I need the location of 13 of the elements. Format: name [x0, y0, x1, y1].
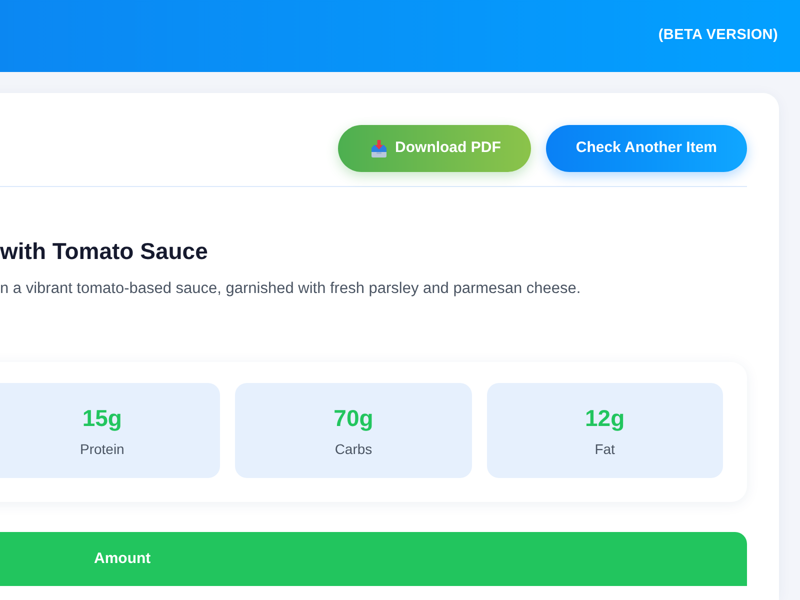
dish-description: n a vibrant tomato-based sauce, garnished with fresh parsley and parmesan cheese.: [0, 279, 582, 299]
macro-label: Carbs: [334, 440, 372, 458]
macro-value: 70g: [334, 404, 374, 432]
inbox-tray-icon: [371, 140, 388, 158]
check-another-button[interactable]: Check Another Item: [546, 125, 747, 172]
macro-label: Protein: [80, 440, 124, 458]
version-label: (BETA VERSION): [658, 26, 778, 46]
macro-value: 12g: [585, 404, 625, 432]
download-button[interactable]: Download PDF: [338, 125, 531, 172]
column-header: Amount: [94, 548, 151, 569]
dish-title: with Tomato Sauce: [0, 237, 209, 265]
macro-label: Fat: [594, 440, 615, 458]
macro-value: 15g: [82, 404, 122, 432]
